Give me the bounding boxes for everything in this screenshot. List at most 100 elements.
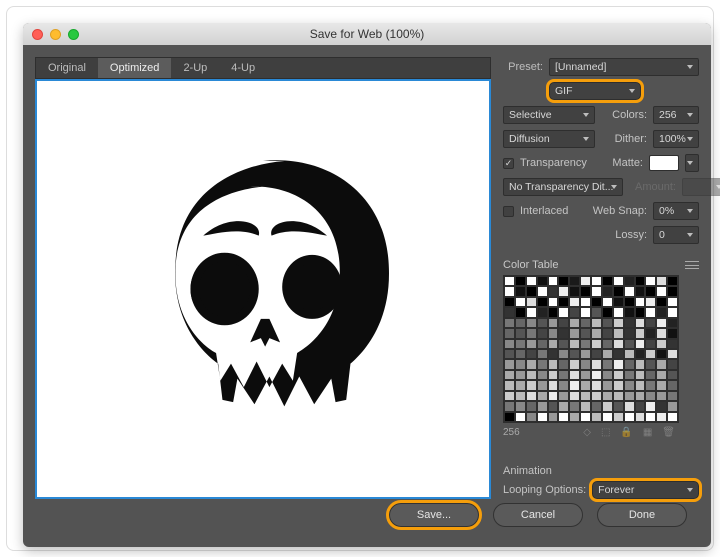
color-swatch[interactable] <box>515 307 526 317</box>
color-swatch[interactable] <box>558 307 569 317</box>
color-swatch[interactable] <box>645 276 656 286</box>
color-swatch[interactable] <box>526 318 537 328</box>
color-swatch[interactable] <box>656 412 667 422</box>
color-swatch[interactable] <box>515 401 526 411</box>
colors-select[interactable]: 256 <box>653 106 699 124</box>
tab-2up[interactable]: 2-Up <box>171 58 219 78</box>
color-swatch[interactable] <box>635 286 646 296</box>
color-swatch[interactable] <box>624 349 635 359</box>
color-swatch[interactable] <box>504 380 515 390</box>
color-swatch[interactable] <box>613 307 624 317</box>
color-swatch[interactable] <box>558 276 569 286</box>
tab-4up[interactable]: 4-Up <box>219 58 267 78</box>
color-table-shift-icon[interactable]: ⬚ <box>597 427 614 438</box>
color-swatch[interactable] <box>645 328 656 338</box>
color-table-new-icon[interactable]: ▦ <box>639 427 656 438</box>
color-swatch[interactable] <box>515 286 526 296</box>
color-swatch[interactable] <box>580 328 591 338</box>
color-swatch[interactable] <box>558 359 569 369</box>
color-swatch[interactable] <box>602 286 613 296</box>
color-swatch[interactable] <box>569 412 580 422</box>
color-swatch[interactable] <box>526 297 537 307</box>
color-swatch[interactable] <box>537 276 548 286</box>
color-swatch[interactable] <box>613 349 624 359</box>
color-swatch[interactable] <box>613 412 624 422</box>
color-swatch[interactable] <box>548 359 559 369</box>
color-swatch[interactable] <box>548 339 559 349</box>
color-swatch[interactable] <box>537 412 548 422</box>
color-swatch[interactable] <box>624 307 635 317</box>
color-swatch[interactable] <box>504 318 515 328</box>
color-swatch[interactable] <box>602 276 613 286</box>
color-swatch[interactable] <box>537 391 548 401</box>
color-swatch[interactable] <box>558 391 569 401</box>
color-swatch[interactable] <box>667 391 678 401</box>
color-swatch[interactable] <box>624 276 635 286</box>
color-swatch[interactable] <box>602 328 613 338</box>
color-swatch[interactable] <box>645 359 656 369</box>
color-swatch[interactable] <box>537 370 548 380</box>
color-swatch[interactable] <box>526 307 537 317</box>
color-swatch[interactable] <box>613 286 624 296</box>
color-swatch[interactable] <box>569 391 580 401</box>
color-swatch[interactable] <box>591 276 602 286</box>
color-swatch[interactable] <box>591 349 602 359</box>
color-swatch[interactable] <box>580 412 591 422</box>
color-swatch[interactable] <box>537 339 548 349</box>
color-swatch[interactable] <box>613 391 624 401</box>
color-swatch[interactable] <box>526 401 537 411</box>
color-swatch[interactable] <box>656 339 667 349</box>
color-swatch[interactable] <box>602 307 613 317</box>
color-swatch[interactable] <box>526 276 537 286</box>
color-swatch[interactable] <box>558 339 569 349</box>
color-swatch[interactable] <box>656 318 667 328</box>
color-swatch[interactable] <box>504 297 515 307</box>
color-swatch[interactable] <box>526 359 537 369</box>
color-swatch[interactable] <box>569 318 580 328</box>
color-swatch[interactable] <box>537 328 548 338</box>
color-swatch[interactable] <box>613 359 624 369</box>
color-swatch[interactable] <box>656 401 667 411</box>
color-swatch[interactable] <box>635 370 646 380</box>
color-swatch[interactable] <box>504 276 515 286</box>
color-swatch[interactable] <box>602 297 613 307</box>
color-swatch[interactable] <box>580 339 591 349</box>
color-swatch[interactable] <box>656 370 667 380</box>
color-swatch[interactable] <box>656 328 667 338</box>
color-swatch[interactable] <box>515 380 526 390</box>
save-button[interactable]: Save... <box>389 503 479 527</box>
color-swatch[interactable] <box>635 391 646 401</box>
color-swatch[interactable] <box>656 276 667 286</box>
color-swatch[interactable] <box>548 286 559 296</box>
color-swatch[interactable] <box>580 370 591 380</box>
color-swatch[interactable] <box>613 370 624 380</box>
color-swatch[interactable] <box>667 401 678 411</box>
color-swatch[interactable] <box>635 328 646 338</box>
lossy-select[interactable]: 0 <box>653 226 699 244</box>
color-swatch[interactable] <box>591 370 602 380</box>
color-swatch[interactable] <box>656 286 667 296</box>
color-swatch[interactable] <box>558 328 569 338</box>
color-swatch[interactable] <box>667 276 678 286</box>
color-swatch[interactable] <box>548 297 559 307</box>
color-swatch[interactable] <box>548 391 559 401</box>
color-swatch[interactable] <box>558 401 569 411</box>
transparency-checkbox[interactable] <box>503 158 514 169</box>
color-table-lock-icon[interactable]: 🔒 <box>616 427 636 438</box>
dither-select[interactable]: 100% <box>653 130 699 148</box>
color-swatch[interactable] <box>667 339 678 349</box>
color-swatch[interactable] <box>580 307 591 317</box>
color-swatch[interactable] <box>515 276 526 286</box>
dither-method-select[interactable]: Diffusion <box>503 130 595 148</box>
color-swatch[interactable] <box>580 297 591 307</box>
color-swatch[interactable] <box>624 370 635 380</box>
color-swatch[interactable] <box>656 391 667 401</box>
preview-area[interactable] <box>35 79 491 499</box>
color-swatch[interactable] <box>504 370 515 380</box>
color-swatch[interactable] <box>635 412 646 422</box>
color-swatch[interactable] <box>645 401 656 411</box>
color-swatch[interactable] <box>580 276 591 286</box>
color-swatch[interactable] <box>667 286 678 296</box>
color-swatch[interactable] <box>537 401 548 411</box>
color-swatch[interactable] <box>504 391 515 401</box>
